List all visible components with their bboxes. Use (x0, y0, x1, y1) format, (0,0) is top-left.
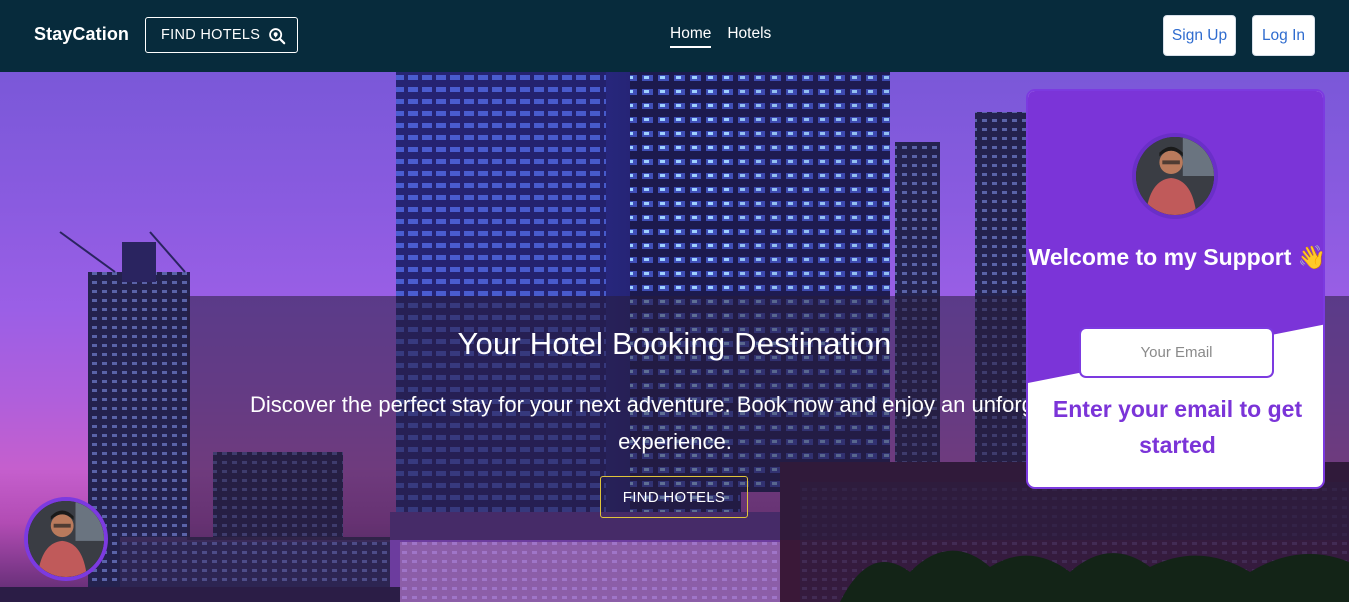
log-in-button[interactable]: Log In (1252, 15, 1315, 56)
person-photo-image (28, 501, 104, 577)
sign-up-button[interactable]: Sign Up (1163, 15, 1236, 56)
nav-link-hotels[interactable]: Hotels (727, 25, 771, 48)
find-hotels-nav-label: FIND HOTELS (161, 27, 261, 43)
support-email-input[interactable] (1079, 327, 1274, 378)
nav-link-home[interactable]: Home (670, 25, 712, 48)
search-location-icon (269, 28, 286, 45)
support-agent-avatar (1132, 133, 1218, 219)
chat-launcher-avatar[interactable] (24, 497, 108, 581)
find-hotels-hero-button[interactable]: FIND HOTELS (600, 476, 748, 518)
hero-subtitle: Discover the perfect stay for your next … (250, 392, 1100, 454)
person-photo-image (1136, 137, 1214, 215)
support-widget: Welcome to my Support 👋 Enter your email… (1026, 89, 1325, 489)
support-widget-title: Welcome to my Support 👋 (1028, 244, 1325, 270)
navbar: StayCation FIND HOTELS Home Hotels Sign … (0, 0, 1349, 72)
support-widget-cta-text: Enter your email to get started (1052, 396, 1303, 458)
find-hotels-nav-button[interactable]: FIND HOTELS (145, 17, 298, 53)
nav-links: Home Hotels (670, 25, 771, 48)
brand-logo[interactable]: StayCation (34, 24, 129, 45)
